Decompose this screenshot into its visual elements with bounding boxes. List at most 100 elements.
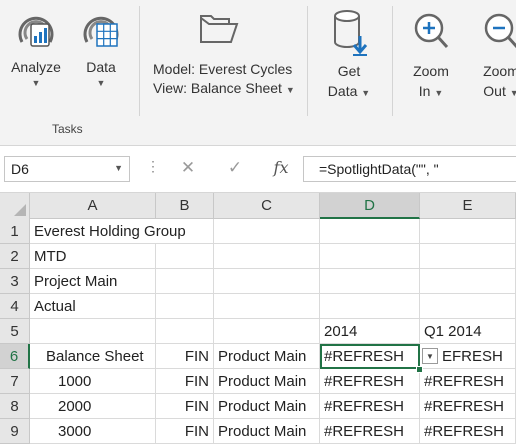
cell-dropdown-icon[interactable]: ▼ [422, 348, 438, 364]
cell-d1[interactable] [320, 219, 420, 244]
cell-d4[interactable] [320, 294, 420, 319]
formula-input[interactable]: =SpotlightData("", " [303, 156, 516, 182]
enter-button[interactable]: ✓ [220, 156, 250, 180]
cell-c7[interactable]: Product Main [214, 369, 320, 394]
cell-b4[interactable] [156, 294, 214, 319]
name-box[interactable]: D6 ▼ [4, 156, 130, 182]
zoom-out-button[interactable]: Zoom Out ▼ [470, 6, 516, 103]
cell-e5[interactable]: Q1 2014 [420, 319, 516, 344]
cell-b3[interactable] [156, 269, 214, 294]
get-data-button[interactable]: Get Data ▼ [318, 6, 380, 103]
cell-e4[interactable] [420, 294, 516, 319]
cell-b2[interactable] [156, 244, 214, 269]
row-header-6[interactable]: 6 [0, 344, 30, 369]
cell-e7[interactable]: #REFRESH [420, 369, 516, 394]
column-header-e[interactable]: E [420, 193, 516, 219]
analyze-button[interactable]: Analyze ▼ [6, 6, 66, 89]
chevron-down-icon: ▼ [509, 88, 516, 98]
data-label: Data [86, 59, 116, 75]
formula-text: =SpotlightData("", " [319, 161, 439, 177]
zoom-in-line1: Zoom [413, 63, 449, 79]
zoom-in-line2: In [418, 83, 431, 99]
zoom-out-line1: Zoom [483, 63, 516, 79]
row-header-5[interactable]: 5 [0, 319, 30, 344]
ribbon: Analyze ▼ Data ▼ Model: Everest Cycles V… [0, 0, 516, 146]
zoom-out-icon [484, 13, 516, 49]
column-header-d[interactable]: D [320, 193, 420, 219]
chevron-down-icon: ▼ [285, 85, 295, 95]
cell-d6[interactable]: #REFRESH [320, 344, 420, 369]
row-header-2[interactable]: 2 [0, 244, 30, 269]
cell-c1[interactable] [214, 219, 320, 244]
cell-a1[interactable]: Everest Holding Group [30, 219, 186, 244]
database-download-icon [334, 10, 368, 56]
model-view-button[interactable] [195, 8, 245, 58]
cell-e1[interactable] [420, 219, 516, 244]
ribbon-separator [392, 6, 393, 116]
get-data-line2: Data [327, 83, 358, 99]
cell-b7[interactable]: FIN [156, 369, 214, 394]
folder-icon [200, 15, 239, 43]
cell-b8[interactable]: FIN [156, 394, 214, 419]
cell-e2[interactable] [420, 244, 516, 269]
cell-c5[interactable] [214, 319, 320, 344]
row-header-9[interactable]: 9 [0, 419, 30, 444]
cell-b9[interactable]: FIN [156, 419, 214, 444]
column-header-a[interactable]: A [30, 193, 156, 219]
cell-c4[interactable] [214, 294, 320, 319]
ribbon-separator [139, 6, 140, 116]
get-data-line1: Get [337, 63, 361, 79]
chevron-down-icon: ▼ [361, 88, 371, 98]
cell-c8[interactable]: Product Main [214, 394, 320, 419]
cancel-button[interactable]: ✕ [173, 156, 203, 180]
cell-d5[interactable]: 2014 [320, 319, 420, 344]
row-header-8[interactable]: 8 [0, 394, 30, 419]
cell-c2[interactable] [214, 244, 320, 269]
cell-e8[interactable]: #REFRESH [420, 394, 516, 419]
select-all-icon [14, 204, 26, 216]
cell-d2[interactable] [320, 244, 420, 269]
zoom-in-icon [414, 13, 449, 49]
insert-function-button[interactable]: fx [266, 156, 296, 180]
cell-a2[interactable]: MTD [30, 244, 156, 269]
cell-b1[interactable] [156, 219, 214, 244]
cell-e9[interactable]: #REFRESH [420, 419, 516, 444]
cell-d8[interactable]: #REFRESH [320, 394, 420, 419]
name-box-value: D6 [11, 161, 29, 177]
cell-d7[interactable]: #REFRESH [320, 369, 420, 394]
column-header-c[interactable]: C [214, 193, 320, 219]
cell-a8[interactable]: 2000 [30, 394, 156, 419]
cell-a3[interactable]: Project Main [30, 269, 156, 294]
cell-a6[interactable]: Balance Sheet [30, 344, 156, 369]
analyze-icon [18, 16, 54, 47]
formula-bar: D6 ▼ ⋮ ✕ ✓ fx =SpotlightData("", " [0, 146, 516, 193]
cell-d3[interactable] [320, 269, 420, 294]
cell-a9[interactable]: 3000 [30, 419, 156, 444]
model-name: Model: Everest Cycles [153, 61, 293, 77]
model-view-text[interactable]: Model: Everest Cycles View: Balance Shee… [153, 60, 295, 100]
cell-d9[interactable]: #REFRESH [320, 419, 420, 444]
select-all-button[interactable] [0, 193, 30, 220]
formula-bar-grip-icon[interactable]: ⋮ [146, 158, 160, 175]
data-button[interactable]: Data ▼ [72, 6, 130, 89]
cell-b5[interactable] [156, 319, 214, 344]
fill-handle[interactable] [416, 366, 423, 373]
cell-b6[interactable]: FIN [156, 344, 214, 369]
zoom-in-button[interactable]: Zoom In ▼ [400, 6, 462, 103]
cell-a4[interactable]: Actual [30, 294, 156, 319]
row-header-7[interactable]: 7 [0, 369, 30, 394]
view-name: View: Balance Sheet [153, 80, 282, 96]
row-header-3[interactable]: 3 [0, 269, 30, 294]
cell-e3[interactable] [420, 269, 516, 294]
cell-c9[interactable]: Product Main [214, 419, 320, 444]
zoom-out-line2: Out [483, 83, 506, 99]
column-header-b[interactable]: B [156, 193, 214, 219]
cell-c3[interactable] [214, 269, 320, 294]
data-grid-icon [83, 16, 119, 47]
chevron-down-icon[interactable]: ▼ [114, 163, 123, 173]
cell-a7[interactable]: 1000 [30, 369, 156, 394]
cell-a5[interactable] [30, 319, 156, 344]
row-header-4[interactable]: 4 [0, 294, 30, 319]
row-header-1[interactable]: 1 [0, 219, 30, 244]
cell-c6[interactable]: Product Main [214, 344, 320, 369]
